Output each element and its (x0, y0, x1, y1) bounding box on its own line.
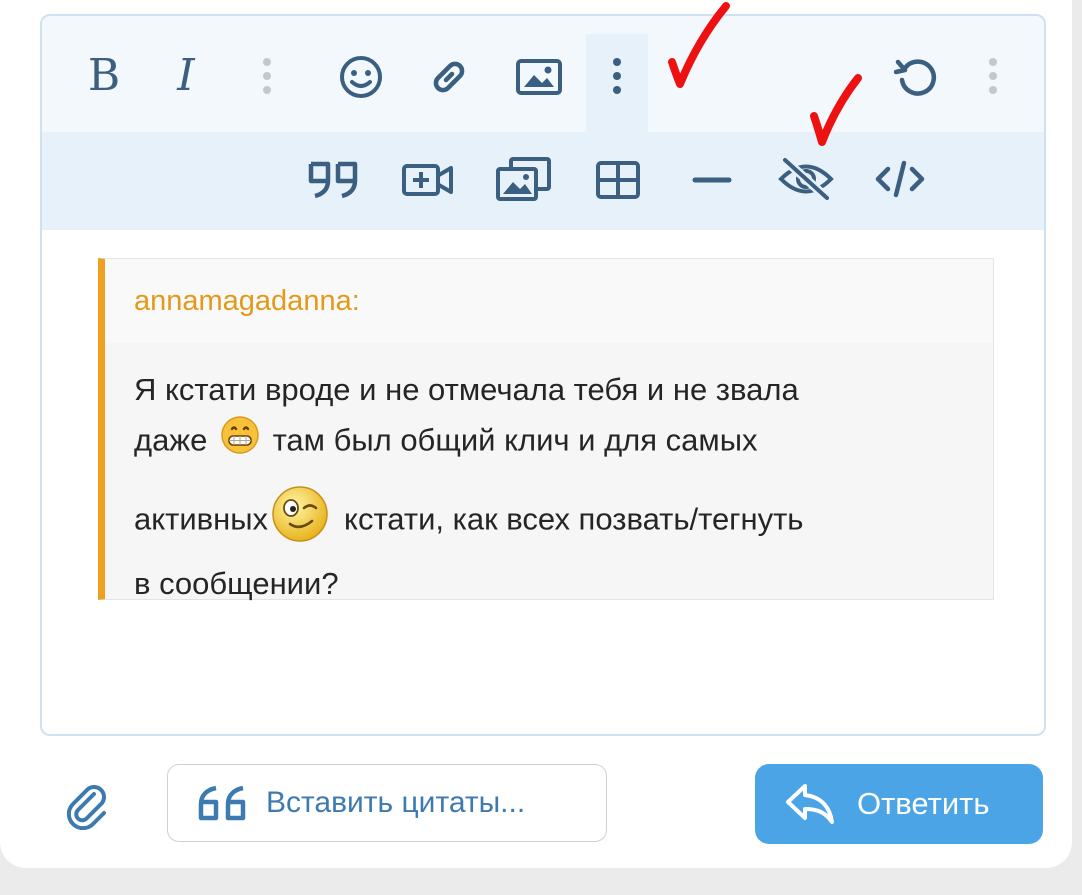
insert-table-button[interactable] (594, 158, 642, 202)
editor-content[interactable]: annamagadanna: Я кстати вроде и не отмеч… (42, 230, 1044, 734)
attach-files-button[interactable] (62, 780, 114, 832)
reply-arrow-icon (786, 784, 834, 824)
horizontal-line-icon (692, 177, 732, 183)
link-icon (433, 61, 465, 93)
grin-emoji-icon (220, 415, 260, 470)
eye-off-icon (778, 156, 834, 202)
table-icon (596, 161, 640, 199)
insert-link-button[interactable] (426, 54, 472, 100)
quote-open-icon (198, 785, 246, 821)
code-button[interactable] (872, 156, 928, 202)
more-insert-options-bar (42, 132, 1044, 230)
quote-line: даже там был общий клич и для самых (134, 415, 984, 470)
more-vertical-icon (989, 58, 997, 94)
quote-icon (308, 161, 358, 199)
bold-button[interactable]: B (82, 54, 126, 98)
quote-line: в сообщении? (134, 566, 339, 601)
quote-button[interactable] (306, 156, 362, 202)
wink-emoji-icon (270, 484, 330, 559)
quote-line: активных кстати, как всех позвать/тегнут… (134, 484, 984, 559)
paperclip-icon (66, 785, 106, 830)
italic-button[interactable]: I (164, 54, 208, 98)
bold-icon: B (87, 50, 121, 101)
more-insert-options-button[interactable] (602, 54, 632, 98)
code-icon (875, 160, 925, 198)
media-gallery-icon (496, 157, 551, 201)
check-mark-icon (810, 74, 862, 146)
image-icon (516, 59, 562, 95)
insert-media-button[interactable] (494, 154, 554, 204)
quote-text: Я кстати вроде и не отмечала тебя и не з… (134, 365, 984, 609)
quote-line: Я кстати вроде и не отмечала тебя и не з… (134, 372, 799, 407)
more-vertical-icon (613, 58, 621, 94)
insert-quotes-button[interactable]: Вставить цитаты... (167, 764, 607, 842)
undo-icon (893, 59, 937, 96)
italic-icon: I (177, 50, 195, 101)
insert-image-button[interactable] (514, 56, 564, 98)
check-mark-icon (668, 2, 730, 88)
reply-button[interactable]: Ответить (755, 764, 1043, 844)
spoiler-button[interactable] (776, 154, 836, 204)
editor-toolbar: B I (42, 16, 1044, 132)
quote-block: annamagadanna: Я кстати вроде и не отмеч… (98, 258, 994, 601)
rich-text-editor: B I annamagadanna: Я кстати вроде и не о… (40, 14, 1046, 736)
quote-author: annamagadanna: (134, 285, 360, 317)
more-editor-options-button[interactable] (978, 54, 1008, 98)
insert-video-button[interactable] (400, 158, 456, 202)
smilie-button[interactable] (338, 54, 384, 100)
quote-header: annamagadanna: (105, 259, 993, 343)
reply-label: Ответить (857, 786, 990, 821)
smiley-icon (340, 56, 382, 98)
more-text-options-button[interactable] (252, 54, 282, 98)
video-plus-icon (402, 164, 453, 196)
insert-quotes-label: Вставить цитаты... (266, 786, 526, 819)
undo-button[interactable] (892, 54, 940, 100)
horizontal-line-button[interactable] (690, 158, 734, 202)
more-vertical-icon (263, 58, 271, 94)
reply-panel: B I annamagadanna: Я кстати вроде и не о… (0, 0, 1072, 868)
